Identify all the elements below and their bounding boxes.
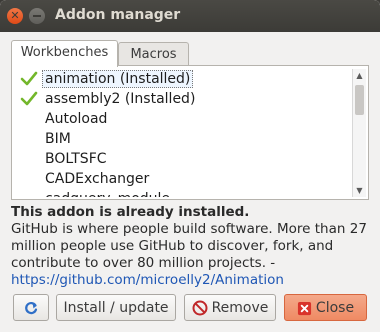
close-x-icon xyxy=(297,301,311,315)
list-item[interactable]: cadquery_module xyxy=(14,189,352,197)
list-item[interactable]: BIM xyxy=(14,129,352,149)
check-icon xyxy=(20,91,38,106)
addon-manager-window: ✕ Addon manager Workbenches Macros anima… xyxy=(0,0,380,332)
addon-list-pane: animation (Installed) assembly2 (Install… xyxy=(11,65,369,200)
install-update-button[interactable]: Install / update xyxy=(56,294,176,321)
refresh-icon xyxy=(25,301,38,315)
list-item[interactable]: assembly2 (Installed) xyxy=(14,89,352,109)
addon-list[interactable]: animation (Installed) assembly2 (Install… xyxy=(14,69,352,197)
list-item-label: cadquery_module xyxy=(45,191,170,197)
window-minimize-icon[interactable] xyxy=(29,8,45,24)
list-scrollbar[interactable]: ▲ ▼ xyxy=(352,69,366,197)
check-icon xyxy=(20,71,38,86)
close-button-label: Close xyxy=(315,300,355,316)
list-item-label: animation (Installed) xyxy=(42,70,194,88)
tab-macros[interactable]: Macros xyxy=(118,42,189,67)
tab-workbenches[interactable]: Workbenches xyxy=(11,40,118,67)
refresh-button[interactable] xyxy=(13,294,49,321)
install-status: This addon is already installed. xyxy=(11,204,250,220)
list-item-label: CADExchanger xyxy=(45,171,150,187)
list-item-label: BIM xyxy=(45,131,71,147)
title-bar: ✕ Addon manager xyxy=(0,0,380,32)
list-item[interactable]: CADExchanger xyxy=(14,169,352,189)
close-button[interactable]: Close xyxy=(284,294,367,321)
list-item[interactable]: BOLTSFC xyxy=(14,149,352,169)
scrollbar-thumb[interactable] xyxy=(355,85,364,115)
no-entry-icon xyxy=(192,300,208,316)
remove-button-label: Remove xyxy=(211,300,269,316)
list-item-label: Autoload xyxy=(45,111,108,127)
addon-url-link[interactable]: https://github.com/microelly2/Animation xyxy=(11,272,371,289)
window-close-icon[interactable]: ✕ xyxy=(7,8,23,24)
scroll-down-icon[interactable]: ▼ xyxy=(353,184,366,197)
addon-description: GitHub is where people build software. M… xyxy=(11,221,367,271)
remove-button[interactable]: Remove xyxy=(184,294,276,321)
list-item[interactable]: animation (Installed) xyxy=(14,69,352,89)
list-item[interactable]: Autoload xyxy=(14,109,352,129)
addon-info: This addon is already installed. GitHub … xyxy=(11,204,371,289)
scroll-up-icon[interactable]: ▲ xyxy=(353,69,366,82)
list-item-label: assembly2 (Installed) xyxy=(45,91,196,107)
list-item-label: BOLTSFC xyxy=(45,151,107,167)
window-title: Addon manager xyxy=(55,7,181,23)
